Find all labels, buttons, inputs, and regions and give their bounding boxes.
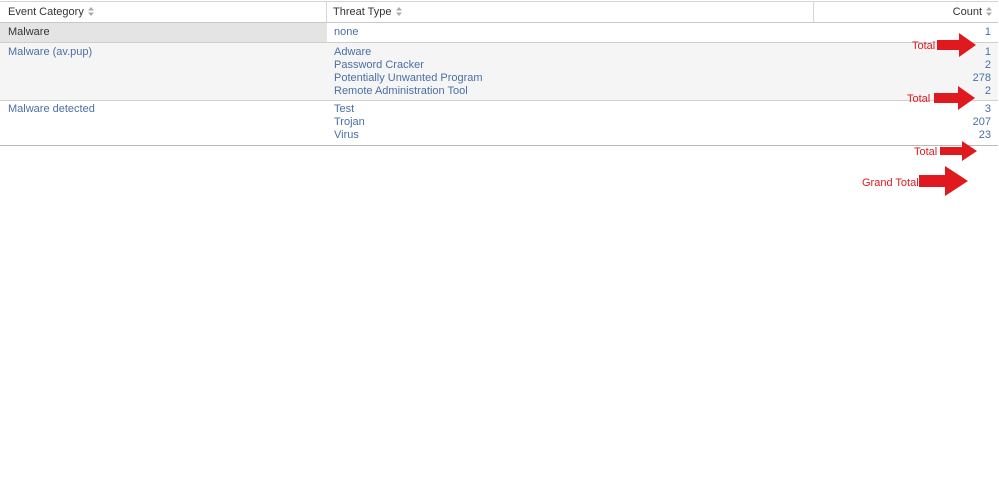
red-arrow-right-icon — [940, 141, 977, 161]
column-header-threat-type[interactable]: Threat Type — [327, 2, 814, 22]
results-table: Event Category Threat Type Count Malware… — [0, 1, 998, 146]
event-category-cell[interactable]: Malware — [0, 23, 327, 42]
red-arrow-right-icon — [937, 33, 976, 57]
threat-type-link[interactable]: Remote Administration Tool — [334, 85, 468, 98]
count-link[interactable]: 1 — [985, 26, 991, 39]
list-item: Potentially Unwanted Program 278 — [334, 72, 991, 85]
annotation-total-label: Total — [914, 146, 938, 158]
list-item: Trojan 207 — [334, 116, 991, 129]
column-header-label: Count — [952, 6, 982, 18]
count-link[interactable]: 207 — [973, 116, 991, 129]
threat-type-link[interactable]: Potentially Unwanted Program — [334, 72, 483, 85]
red-arrow-right-icon — [919, 166, 968, 196]
threat-type-link[interactable]: Trojan — [334, 116, 365, 129]
screenshot-stage: Event Category Threat Type Count Malware… — [0, 0, 999, 486]
count-link[interactable]: 1 — [985, 46, 991, 59]
threat-type-link[interactable]: Virus — [334, 129, 359, 142]
red-arrow-right-icon — [934, 86, 975, 110]
column-header-count[interactable]: Count — [814, 2, 998, 22]
event-category-cell[interactable]: Malware (av.pup) — [0, 46, 327, 59]
threat-type-link[interactable]: Adware — [334, 46, 371, 59]
column-header-label: Event Category — [8, 6, 84, 18]
event-category-link[interactable]: Malware (av.pup) — [8, 46, 92, 58]
count-link[interactable]: 2 — [985, 85, 991, 98]
list-item: Adware 1 — [334, 46, 991, 59]
column-header-label: Threat Type — [333, 6, 392, 18]
table-header: Event Category Threat Type Count — [0, 2, 998, 23]
event-category-label: Malware — [8, 26, 50, 38]
sort-arrows-icon[interactable] — [87, 7, 94, 16]
count-link[interactable]: 23 — [979, 129, 991, 142]
column-header-event-category[interactable]: Event Category — [0, 2, 327, 22]
count-link[interactable]: 2 — [985, 59, 991, 72]
table-row: Malware detected Test 3 Trojan 207 Virus… — [0, 101, 998, 146]
list-item: none 1 — [334, 26, 991, 39]
list-item: Virus 23 — [334, 129, 991, 142]
sort-arrows-icon[interactable] — [986, 7, 992, 16]
threat-type-link[interactable]: none — [334, 26, 358, 39]
event-category-cell[interactable]: Malware detected — [0, 103, 327, 116]
threat-type-link[interactable]: Test — [334, 103, 354, 116]
count-link[interactable]: 278 — [973, 72, 991, 85]
list-item: Remote Administration Tool 2 — [334, 85, 991, 98]
event-category-link[interactable]: Malware detected — [8, 103, 95, 115]
table-row: Malware none 1 — [0, 23, 998, 43]
threat-values: Test 3 Trojan 207 Virus 23 — [334, 103, 991, 142]
annotation-total-label: Total — [912, 40, 936, 52]
annotation-grand-total-label: Grand Total — [862, 177, 919, 189]
threat-values: Adware 1 Password Cracker 2 Potentially … — [334, 46, 991, 98]
list-item: Password Cracker 2 — [334, 59, 991, 72]
list-item: Test 3 — [334, 103, 991, 116]
threat-type-link[interactable]: Password Cracker — [334, 59, 424, 72]
threat-values: none 1 — [334, 26, 991, 39]
table-row: Malware (av.pup) Adware 1 Password Crack… — [0, 43, 998, 101]
count-link[interactable]: 3 — [985, 103, 991, 116]
annotation-total-label: Total — [907, 93, 931, 105]
sort-arrows-icon[interactable] — [395, 7, 402, 16]
